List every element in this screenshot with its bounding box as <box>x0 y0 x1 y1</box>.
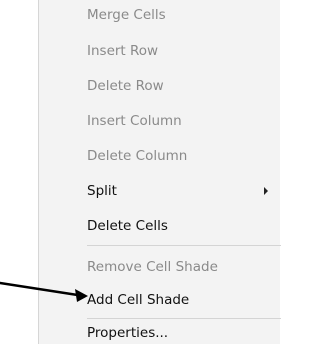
menu-item-merge-cells[interactable]: Merge Cells <box>39 1 281 29</box>
screenshot-stage: Merge Cells Insert Row Delete Row Insert… <box>0 0 281 344</box>
menu-item-label: Merge Cells <box>87 7 166 23</box>
submenu-arrow-icon <box>264 187 268 195</box>
menu-item-label: Insert Row <box>87 43 159 59</box>
menu-item-delete-column[interactable]: Delete Column <box>39 142 281 170</box>
menu-item-delete-cells[interactable]: Delete Cells <box>39 212 281 240</box>
menu-item-label: Remove Cell Shade <box>87 259 218 275</box>
menu-item-label: Delete Column <box>87 148 188 164</box>
menu-item-label: Split <box>87 183 117 199</box>
menu-item-label: Add Cell Shade <box>87 292 190 308</box>
menu-item-remove-cell-shade[interactable]: Remove Cell Shade <box>39 253 281 281</box>
menu-item-label: Delete Cells <box>87 218 168 234</box>
menu-item-add-cell-shade[interactable]: Add Cell Shade <box>39 286 281 314</box>
menu-item-insert-column[interactable]: Insert Column <box>39 107 281 135</box>
menu-separator <box>87 245 281 246</box>
menu-item-label: Properties... <box>87 325 169 341</box>
menu-item-delete-row[interactable]: Delete Row <box>39 72 281 100</box>
menu-item-label: Insert Column <box>87 113 182 129</box>
menu-item-properties[interactable]: Properties... <box>39 319 281 344</box>
menu-item-label: Delete Row <box>87 78 164 94</box>
context-menu: Merge Cells Insert Row Delete Row Insert… <box>38 0 281 344</box>
menu-item-split[interactable]: Split <box>39 177 281 205</box>
menu-item-insert-row[interactable]: Insert Row <box>39 37 281 65</box>
